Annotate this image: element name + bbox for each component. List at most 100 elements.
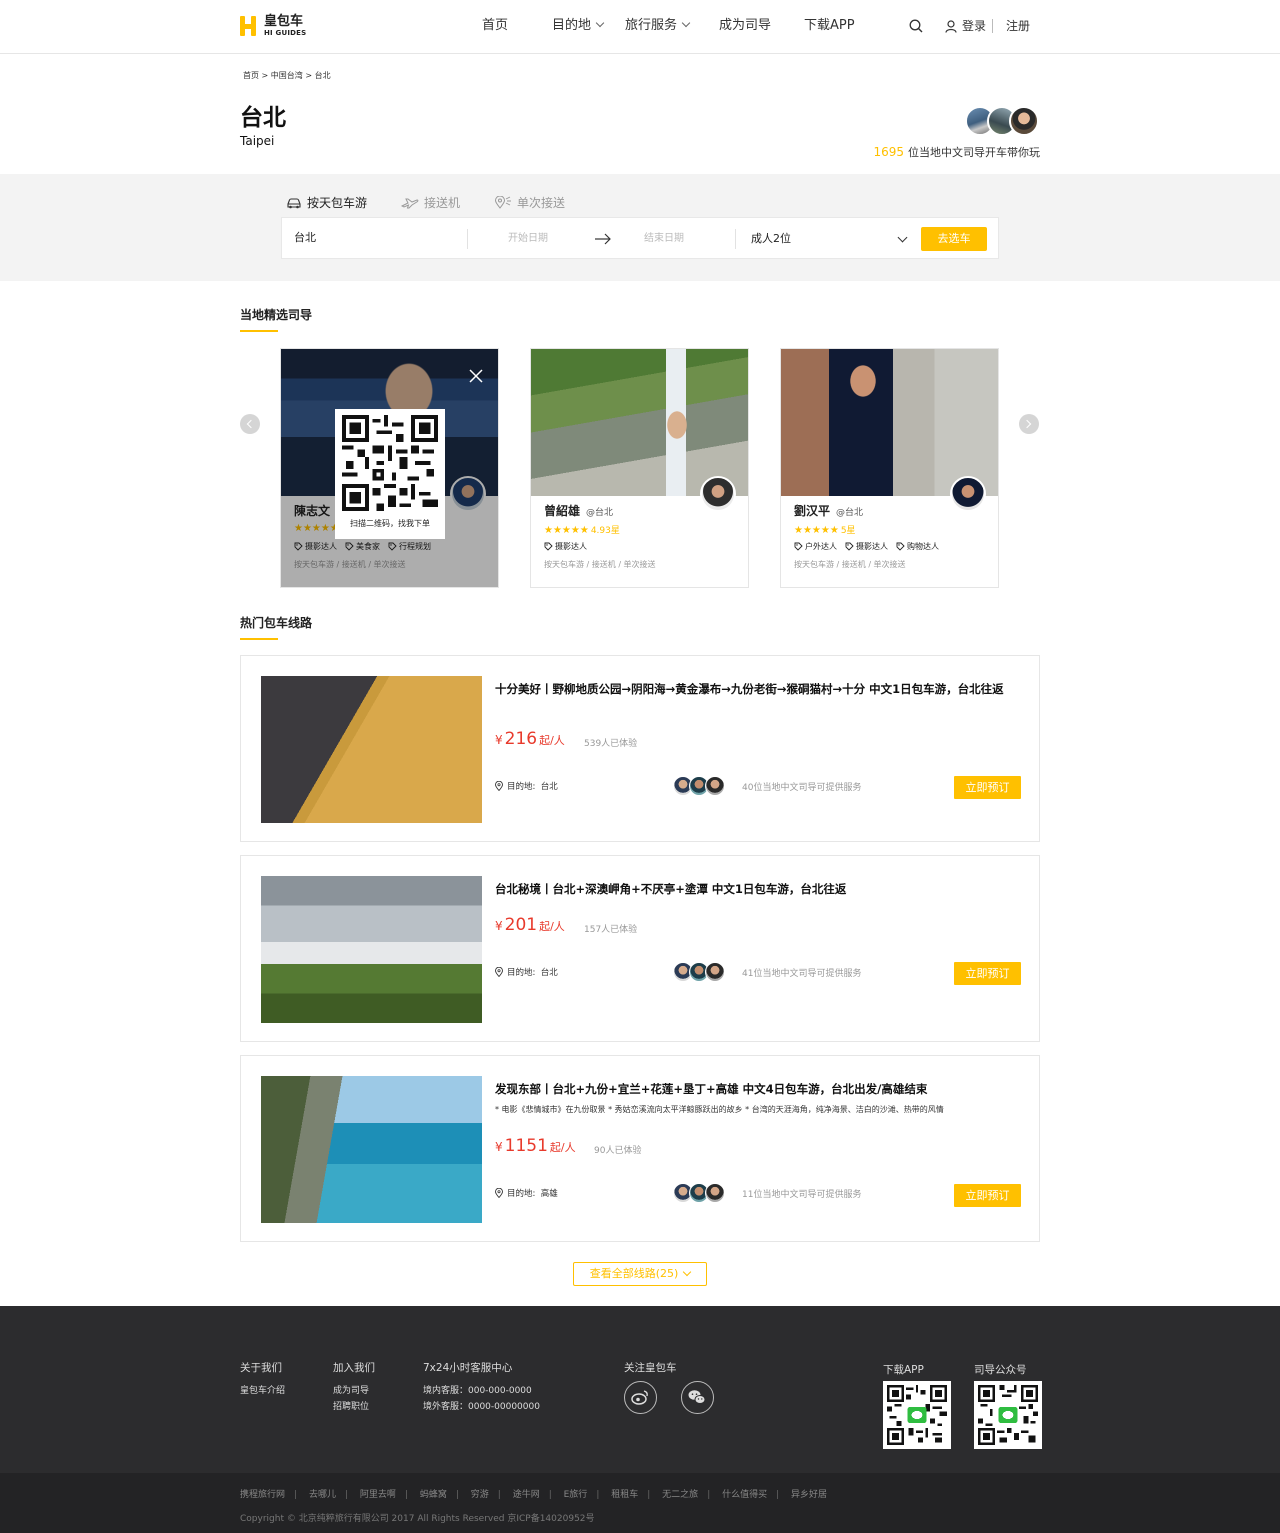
route-title[interactable]: 发现东部丨台北+九份+宜兰+花莲+垦丁+高雄 中文4日包车游，台北出发/高雄结束 [495, 1082, 1023, 1096]
weibo-icon[interactable] [624, 1381, 657, 1414]
guides-section-title: 当地精选司导 [240, 308, 313, 332]
chevron-right-icon [1022, 419, 1032, 429]
chevron-down-icon[interactable] [897, 232, 908, 243]
plane-icon [401, 198, 419, 208]
partner-link[interactable]: 蚂蜂窝 [420, 1487, 447, 1500]
avatar [705, 1183, 725, 1203]
guide-services: 按天包车游 / 接送机 / 单次接送 [794, 560, 906, 569]
route-guides-count: 11位当地中文司导可提供服务 [742, 1190, 862, 1200]
route-card[interactable]: 台北秘境丨台北+深澳岬角+不厌亭+塗潭 中文1日包车游，台北往返 ¥201 起/人… [240, 855, 1040, 1042]
partner-link[interactable]: 阿里去啊 [360, 1487, 396, 1500]
location-pin-icon [494, 196, 511, 209]
partner-link[interactable]: 什么值得买 [722, 1487, 767, 1500]
footer-phone: 境内客服：000-000-0000 [423, 1386, 532, 1396]
tab-airport-transfer[interactable]: 接送机 [401, 194, 460, 211]
book-now-button[interactable]: 立即预订 [954, 1184, 1021, 1207]
route-card[interactable]: 发现东部丨台北+九份+宜兰+花莲+垦丁+高雄 中文4日包车游，台北出发/高雄结束… [240, 1055, 1040, 1242]
nav-destination[interactable]: 目的地 [552, 0, 605, 54]
route-title[interactable]: 台北秘境丨台北+深澳岬角+不厌亭+塗潭 中文1日包车游，台北往返 [495, 882, 1023, 896]
star-rating: ★★★★★ 4.93星 [544, 525, 620, 536]
route-image [261, 876, 482, 1023]
carousel-prev-button[interactable] [240, 414, 260, 434]
choose-car-button[interactable]: 去选车 [921, 227, 987, 251]
app-qr-code [883, 1381, 951, 1449]
book-now-button[interactable]: 立即预订 [954, 962, 1021, 985]
logo[interactable]: 皇包车 HI GUIDES [240, 14, 306, 38]
partner-link[interactable]: 异乡好居 [791, 1487, 827, 1500]
partner-link[interactable]: 途牛网 [513, 1487, 540, 1500]
route-experienced: 539人已体验 [584, 739, 638, 749]
route-card[interactable]: 十分美好丨野柳地质公园→阴阳海→黄金瀑布→九份老街→猴硐猫村→十分 中文1日包车… [240, 655, 1040, 842]
book-now-button[interactable]: 立即预订 [954, 776, 1021, 799]
end-date-input[interactable]: 结束日期 [644, 218, 684, 260]
avatar [705, 776, 725, 796]
nav-download-app[interactable]: 下载APP [804, 0, 855, 54]
avatar [705, 962, 725, 982]
official-account-qr-code [974, 1381, 1042, 1449]
tag-icon [845, 542, 854, 551]
wechat-icon[interactable] [681, 1381, 714, 1414]
qr-caption: 扫描二维码，找我下单 [350, 519, 430, 528]
partner-link[interactable]: 穷游 [471, 1487, 489, 1500]
route-guides-count: 41位当地中文司导可提供服务 [742, 969, 862, 979]
route-description: * 电影《悲情城市》在九份取景 * 秀姑峦溪流向太平洋鲸豚跃出的故乡 * 台湾的… [495, 1105, 944, 1114]
route-image [261, 676, 482, 823]
start-date-input[interactable]: 开始日期 [508, 218, 548, 260]
guide-avatars [965, 106, 1041, 136]
tab-single-transfer[interactable]: 单次接送 [494, 194, 565, 211]
route-guides-count: 40位当地中文司导可提供服务 [742, 783, 862, 793]
qr-code-icon [974, 1381, 1042, 1449]
login-link[interactable]: 登录 [962, 0, 986, 52]
nav-become-guide[interactable]: 成为司导 [719, 0, 771, 54]
footer-about-title: 关于我们 [240, 1362, 282, 1374]
route-price: ¥216 起/人 [495, 729, 565, 749]
partner-link[interactable]: 无二之旅 [662, 1487, 698, 1500]
footer-link[interactable]: 皇包车介绍 [240, 1383, 285, 1396]
guide-card[interactable]: 陳志文 ★★★★★ 摄影达人 美食家 行程规划 按天包车游 / 接送机 / 单次… [280, 348, 499, 588]
location-pin-icon [495, 967, 503, 977]
partner-link[interactable]: 租租车 [611, 1487, 638, 1500]
nav-home[interactable]: 首页 [482, 0, 508, 54]
route-experienced: 157人已体验 [584, 925, 638, 935]
partner-link[interactable]: 去哪儿 [309, 1487, 336, 1500]
carousel-next-button[interactable] [1019, 414, 1039, 434]
view-all-routes-button[interactable]: 查看全部线路(25) [573, 1262, 707, 1286]
route-destination: 目的地: 高雄 [495, 1187, 558, 1199]
guide-card[interactable]: 曾紹雄 @台北 ★★★★★ 4.93星 摄影达人 按天包车游 / 接送机 / 单次接… [530, 348, 749, 588]
partner-link[interactable]: E旅行 [564, 1487, 588, 1500]
footer-link[interactable]: 招聘职位 [333, 1399, 369, 1412]
guide-tags: 户外达人 摄影达人 购物达人 [794, 541, 947, 552]
route-image [261, 1076, 482, 1223]
footer-official-title: 司导公众号 [974, 1364, 1027, 1376]
partner-link[interactable]: 携程旅行网 [240, 1487, 285, 1500]
people-select[interactable]: 成人2位 [751, 218, 791, 260]
top-navbar: 皇包车 HI GUIDES 首页 目的地 旅行服务 成为司导 下载APP 登录 … [0, 0, 1280, 54]
avatar [1009, 106, 1039, 136]
footer-follow-title: 关注皇包车 [624, 1362, 677, 1374]
breadcrumb[interactable]: 首页 > 中国台湾 > 台北 [243, 70, 331, 81]
copyright: Copyright © 北京纯粹旅行有限公司 2017 All Rights R… [240, 1514, 595, 1524]
route-guide-avatars [673, 962, 727, 982]
routes-section-title: 热门包车线路 [240, 616, 313, 640]
register-link[interactable]: 注册 [1006, 0, 1030, 52]
star-rating: ★★★★★ 5星 [794, 525, 856, 536]
footer-join-title: 加入我们 [333, 1362, 375, 1374]
route-title[interactable]: 十分美好丨野柳地质公园→阴阳海→黄金瀑布→九份老街→猴硐猫村→十分 中文1日包车… [495, 682, 1023, 696]
nav-travel-service[interactable]: 旅行服务 [625, 0, 691, 54]
city-input[interactable]: 台北 [294, 218, 316, 258]
chevron-down-icon [595, 18, 605, 28]
qr-code-icon [883, 1381, 951, 1449]
route-experienced: 90人已体验 [594, 1146, 642, 1156]
footer-link[interactable]: 成为司导 [333, 1383, 369, 1396]
close-icon[interactable] [469, 369, 483, 383]
route-guide-avatars [673, 776, 727, 796]
search-icon[interactable] [909, 19, 923, 33]
location-pin-icon [495, 1188, 503, 1198]
route-guide-avatars [673, 1183, 727, 1203]
chevron-down-icon [683, 1267, 692, 1277]
tab-daily-charter[interactable]: 按天包车游 [286, 194, 367, 211]
tag-icon [544, 542, 553, 551]
footer-partner-links: 携程旅行网 | 去哪儿 | 阿里去啊 | 蚂蜂窝 | 穷游 | 途牛网 | E旅行 | 租租车… [240, 1487, 827, 1500]
guide-card[interactable]: 劉汉平 @台北 ★★★★★ 5星 户外达人 摄影达人 购物达人 按天包车游 / 接送… [780, 348, 999, 588]
footer-app-title: 下载APP [883, 1364, 924, 1376]
